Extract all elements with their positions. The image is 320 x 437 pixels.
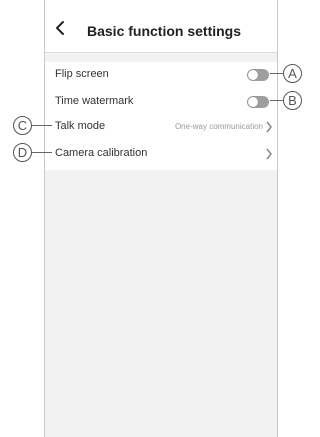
callout-d-line	[32, 152, 52, 153]
callout-d: D	[13, 143, 32, 162]
back-chevron-icon[interactable]	[53, 20, 67, 36]
callout-a-line	[270, 73, 283, 74]
talk-mode-row[interactable]: Talk mode One-way communication	[45, 114, 277, 140]
phone-screen: Basic function settings Flip screen Time…	[44, 0, 278, 437]
toggle-knob	[248, 97, 258, 107]
flip-screen-toggle[interactable]	[247, 69, 269, 81]
chevron-right-icon	[266, 121, 272, 133]
flip-screen-row: Flip screen	[45, 62, 277, 88]
flip-screen-label: Flip screen	[55, 68, 109, 80]
settings-list: Flip screen Time watermark Talk mode One…	[45, 62, 277, 170]
page-title: Basic function settings	[87, 23, 242, 39]
chevron-right-icon	[266, 148, 272, 160]
camera-calibration-row[interactable]: Camera calibration	[45, 141, 277, 167]
toggle-knob	[248, 70, 258, 80]
time-watermark-row: Time watermark	[45, 89, 277, 115]
time-watermark-label: Time watermark	[55, 95, 134, 107]
app-header: Basic function settings	[45, 0, 277, 53]
talk-mode-value: One-way communication	[174, 122, 263, 131]
callout-a: A	[283, 64, 302, 83]
callout-c-line	[32, 125, 52, 126]
time-watermark-toggle[interactable]	[247, 96, 269, 108]
talk-mode-label: Talk mode	[55, 120, 106, 132]
callout-b: B	[283, 91, 302, 110]
camera-calibration-label: Camera calibration	[55, 147, 148, 159]
callout-c: C	[13, 116, 32, 135]
callout-b-line	[270, 100, 283, 101]
